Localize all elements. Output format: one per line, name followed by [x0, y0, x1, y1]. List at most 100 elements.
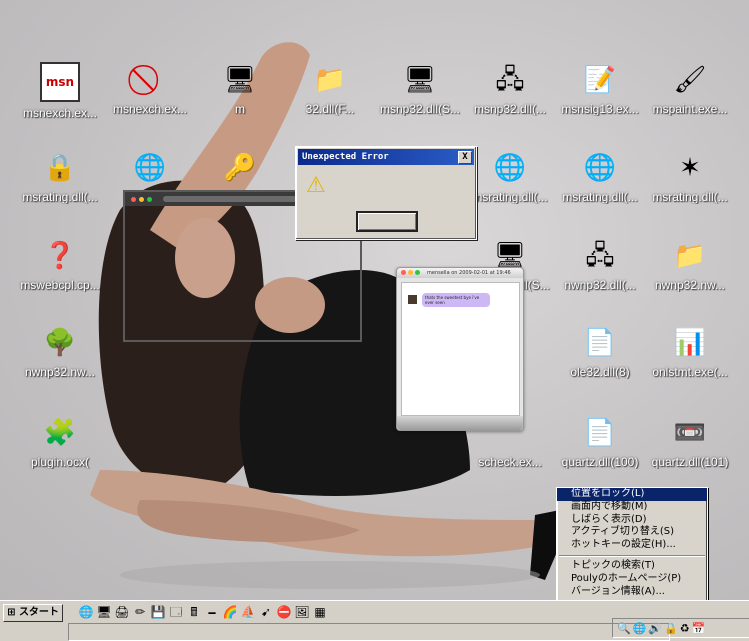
stars-icon: ✶	[679, 153, 701, 183]
network-icon: 🖧	[585, 241, 615, 271]
quick-launch-bar: 🌐 🖥 🖨 ✏ 💾 🗔 🖩 🗕 🌈 ⛵ ➹ ⛔ 🖼 ▦	[78, 604, 328, 620]
menu-separator	[559, 554, 705, 557]
desktop-icon-label: msrating.dll(...	[472, 190, 548, 204]
desktop-icon-label: nwnp32.nw...	[24, 365, 96, 379]
warning-icon: ⚠	[306, 173, 326, 198]
minimize-dot-icon[interactable]	[139, 196, 144, 202]
quick-launch-icon[interactable]: ✏	[132, 604, 148, 620]
chat-title: mensella on 2009-02-01 at 19:46	[427, 270, 511, 276]
quick-launch-icon[interactable]: 🗔	[168, 604, 184, 620]
desktop-icon-label: msnp32.dll(S...	[379, 102, 461, 116]
desktop-icon[interactable]: ⃠ msnexch.ex...	[104, 62, 196, 116]
quick-launch-icon[interactable]: 🌐	[78, 604, 94, 620]
menu-item[interactable]: アクティブ切り替え(S)	[557, 526, 707, 539]
desktop-icon-label: msnsig13.ex...	[561, 102, 639, 116]
desktop-icon[interactable]: 📝 msnsig13.ex...	[554, 62, 646, 116]
menu-item[interactable]: ホットキーの設定(H)...	[557, 539, 707, 552]
chat-window: mensella on 2009-02-01 at 19:46 thats th…	[396, 267, 524, 431]
desktop-icon[interactable]: 📄 ole32.dll(8)	[554, 325, 646, 379]
desktop-icon[interactable]: 🌐 msrating.dll(...	[464, 150, 556, 204]
error-dialog-titlebar[interactable]: Unexpected Error X	[298, 149, 474, 165]
desktop-icon[interactable]: 🔑	[194, 150, 286, 190]
tray-icon[interactable]: 🔒	[664, 622, 678, 635]
tray-icon[interactable]: ♻	[680, 622, 690, 635]
msn-monitor-icon: 🖥	[223, 65, 257, 95]
globe-star-icon: 🌐	[493, 153, 527, 183]
desktop-icon[interactable]: ❓ mswebcpl.cp...	[14, 238, 106, 292]
tree-icon: 🌳	[43, 328, 77, 358]
ok-button[interactable]	[356, 211, 418, 232]
desktop-icon[interactable]: ✶ msrating.dll(...	[644, 150, 736, 204]
quick-launch-icon[interactable]: ▦	[312, 604, 328, 620]
quick-launch-icon[interactable]: ➹	[258, 604, 274, 620]
desktop-icon[interactable]: 🌳 nwnp32.nw...	[14, 325, 106, 379]
desktop-icon-label: msrating.dll(...	[22, 190, 98, 204]
desktop-icon-label: mswebcpl.cp...	[20, 278, 100, 292]
plugin-icon: 🧩	[43, 418, 77, 448]
quick-launch-icon[interactable]: ⛵	[240, 604, 256, 620]
close-dot-icon[interactable]	[401, 270, 406, 275]
desktop-icon[interactable]: 🖧 nwnp32.dll(...	[554, 238, 646, 292]
notepad-icon: 📝	[583, 65, 617, 95]
tray-icon[interactable]: 📅	[692, 622, 706, 635]
help-book-icon: ❓	[43, 241, 77, 271]
zoom-dot-icon[interactable]	[415, 270, 420, 275]
menu-item[interactable]: 位置をロック(L)	[557, 488, 707, 501]
desktop-icon[interactable]: 📁 nwnp32.nw...	[644, 238, 736, 292]
paint-icon: 🖌	[673, 65, 707, 95]
start-button[interactable]: ⊞ スタート	[3, 604, 63, 622]
tray-icon[interactable]: 🔊	[648, 622, 662, 635]
desktop-icon[interactable]: 🌐 msrating.dll(...	[554, 150, 646, 204]
menu-item[interactable]: 画面内で移動(M)	[557, 501, 707, 514]
globe-icon: 🌐	[133, 153, 167, 183]
desktop-icon[interactable]: msn msnexch.ex...	[14, 62, 106, 120]
quick-launch-icon[interactable]: 🖩	[186, 604, 202, 620]
msn-statement-icon: 📊	[673, 328, 707, 358]
quick-launch-icon[interactable]: 💾	[150, 604, 166, 620]
avatar	[408, 295, 417, 304]
menu-item[interactable]: トピックの検索(T)	[557, 560, 707, 573]
desktop-icon[interactable]: 🖥 m	[194, 62, 286, 116]
desktop-icon[interactable]: 📁 32.dll(F...	[284, 62, 376, 116]
desktop-icon-label: msnexch.ex...	[112, 102, 188, 116]
chat-message-pane[interactable]: thats the sweetest bye i've ever seen	[401, 282, 520, 416]
minimize-dot-icon[interactable]	[408, 270, 413, 275]
start-button-label: スタート	[18, 607, 59, 618]
desktop-icon[interactable]: 🖧 msnp32.dll(...	[464, 62, 556, 116]
desktop-icon-label: nwnp32.dll(...	[564, 278, 636, 292]
chat-titlebar[interactable]: mensella on 2009-02-01 at 19:46	[397, 268, 523, 278]
menu-item[interactable]: バージョン情報(A)...	[557, 586, 707, 599]
tray-icon[interactable]: 🌐	[633, 622, 647, 635]
desktop-icon[interactable]: 📊 onlstmt.exe(...	[644, 325, 736, 379]
desktop-icon[interactable]: 🖌 mspaint.exe...	[644, 62, 736, 116]
document-icon: 📄	[583, 328, 617, 358]
tray-icon[interactable]: 🔍	[617, 622, 631, 635]
zoom-dot-icon[interactable]	[147, 196, 152, 202]
desktop-icon[interactable]: 📄 quartz.dll(100)	[554, 415, 646, 469]
chat-input-bar[interactable]	[397, 416, 523, 430]
desktop-icon[interactable]: 📼 quartz.dll(101)	[644, 415, 736, 469]
quick-launch-icon[interactable]: 🗕	[204, 604, 220, 620]
msn-logo-icon: msn	[40, 62, 80, 102]
menu-item[interactable]: Poulyのホームページ(P)	[557, 573, 707, 586]
computer-icon: 🖥	[403, 65, 437, 95]
quick-launch-icon[interactable]: 🖥	[96, 604, 112, 620]
menu-item[interactable]: しばらく表示(D)	[557, 514, 707, 527]
quick-launch-icon[interactable]: ⛔	[276, 604, 292, 620]
prohibited-icon: ⃠	[132, 62, 168, 98]
chat-message-bubble: thats the sweetest bye i've ever seen	[422, 293, 490, 307]
desktop-icon-label: msnp32.dll(...	[473, 102, 547, 116]
desktop-icon[interactable]: 🖥 msnp32.dll(S...	[374, 62, 466, 116]
desktop-icon[interactable]: 🔒 msrating.dll(...	[14, 150, 106, 204]
desktop-icon-label: msnexch.ex...	[22, 106, 98, 120]
close-dot-icon[interactable]	[131, 196, 136, 202]
quick-launch-icon[interactable]: 🌈	[222, 604, 238, 620]
desktop-icon[interactable]: 🧩 plugin.ocx(	[14, 415, 106, 469]
system-tray: 🔍 🌐 🔊 🔒 ♻ 📅	[612, 618, 749, 638]
desktop-icon-label: quartz.dll(101)	[651, 455, 729, 469]
desktop-icon-label: quartz.dll(100)	[561, 455, 639, 469]
quick-launch-icon[interactable]: 🖨	[114, 604, 130, 620]
quick-launch-icon[interactable]: 🖼	[294, 604, 310, 620]
close-button[interactable]: X	[458, 151, 472, 164]
globe-star-icon: 🌐	[583, 153, 617, 183]
